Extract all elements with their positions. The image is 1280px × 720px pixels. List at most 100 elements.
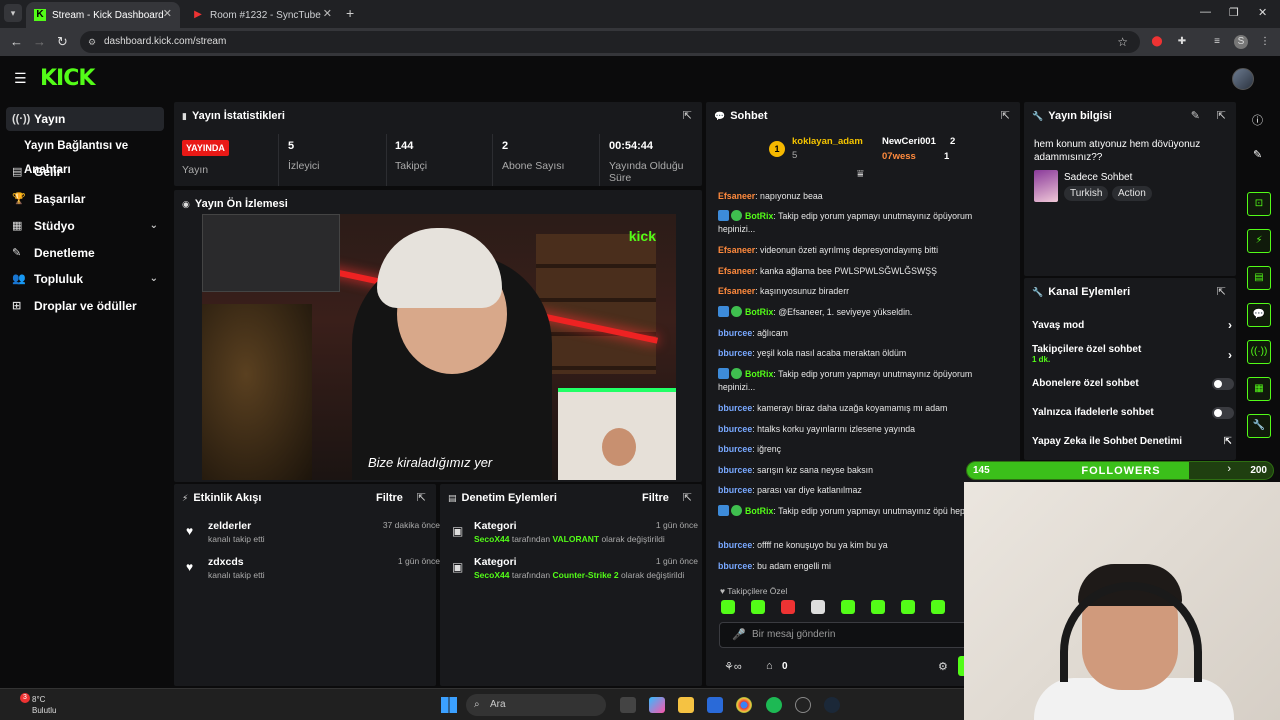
slow-mode-row[interactable]: Yavaş mod ›: [1032, 318, 1232, 332]
taskview-icon[interactable]: [620, 697, 636, 713]
subs-only-toggle[interactable]: [1212, 378, 1234, 390]
start-windows-icon[interactable]: [441, 697, 457, 713]
copilot-icon[interactable]: [649, 697, 665, 713]
new-tab-button[interactable]: +: [346, 5, 354, 21]
info-icon[interactable]: ⓘ: [1252, 112, 1263, 128]
popout-icon[interactable]: ⇱: [683, 491, 692, 504]
popout-icon[interactable]: ⇱: [1217, 285, 1226, 298]
chat-username[interactable]: Efsaneer: [718, 191, 755, 201]
store-icon[interactable]: ⌂: [766, 660, 773, 672]
tag-pill[interactable]: Turkish: [1064, 186, 1109, 201]
browser-menu-icon[interactable]: ⋮: [1258, 35, 1272, 49]
file-explorer-icon[interactable]: [678, 697, 694, 713]
chat-username[interactable]: bburcee: [718, 485, 752, 495]
sidebar-item-topluluk[interactable]: 👥 Topluluk ⌄: [6, 267, 164, 291]
top-gifter-name[interactable]: 07wess: [882, 151, 916, 162]
popout-icon[interactable]: ⇱: [1217, 109, 1226, 122]
edit-icon[interactable]: ✎: [1191, 109, 1200, 122]
filter-button[interactable]: Filtre: [642, 492, 669, 504]
emote-icon[interactable]: [751, 600, 765, 614]
close-tab-icon[interactable]: ✕: [323, 7, 332, 20]
minimize-icon[interactable]: —: [1200, 6, 1211, 18]
popout-icon[interactable]: ⇱: [1001, 109, 1010, 122]
followers-only-row[interactable]: Takipçilere özel sohbet 1 dk. ›: [1032, 344, 1232, 364]
rail-list-icon[interactable]: ▤: [1247, 266, 1271, 290]
collapse-icon[interactable]: ⩸: [857, 168, 864, 181]
bookmark-star-icon[interactable]: ☆: [1117, 31, 1128, 53]
ai-moderation-row[interactable]: Yapay Zeka ile Sohbet Denetimi ⇱: [1032, 436, 1232, 447]
sidebar-item-droplar[interactable]: ⊞ Droplar ve ödüller: [6, 294, 164, 318]
chat-username[interactable]: bburcee: [718, 540, 752, 550]
emote-icon[interactable]: [931, 600, 945, 614]
category-name[interactable]: Sadece Sohbet: [1064, 172, 1132, 183]
tab-kick-dashboard[interactable]: K Stream - Kick Dashboard ✕: [26, 2, 180, 28]
pencil-icon[interactable]: ✎: [1253, 148, 1262, 161]
rail-bolt-icon[interactable]: ⚡: [1247, 229, 1271, 253]
popout-icon[interactable]: ⇱: [417, 491, 426, 504]
emote-icon[interactable]: [781, 600, 795, 614]
stream-video-preview[interactable]: kick Bize kiraladığımız yer: [202, 214, 676, 480]
chat-username[interactable]: BotRix: [745, 506, 773, 516]
chat-username[interactable]: bburcee: [718, 403, 752, 413]
emote-icon[interactable]: [841, 600, 855, 614]
weather-widget[interactable]: 8°C Bulutlu: [32, 694, 56, 716]
rail-frame-icon[interactable]: ⊡: [1247, 192, 1271, 216]
profile-avatar-icon[interactable]: S: [1234, 35, 1248, 49]
kick-logo[interactable]: KICK: [40, 66, 95, 91]
rail-layout-icon[interactable]: ▦: [1247, 377, 1271, 401]
forward-icon[interactable]: →: [33, 34, 46, 49]
mod-user[interactable]: SecoX44: [474, 570, 509, 580]
chat-username[interactable]: Efsaneer: [718, 245, 755, 255]
chat-username[interactable]: bburcee: [718, 348, 752, 358]
extension-red-icon[interactable]: ⬤: [1150, 35, 1164, 49]
gifts-infinity-icon[interactable]: ⚘∞: [724, 660, 742, 673]
sidebar-item-gelir[interactable]: ▤ Gelir: [6, 160, 164, 184]
popout-icon[interactable]: ⇱: [683, 109, 692, 122]
chat-username[interactable]: bburcee: [718, 444, 752, 454]
chat-username[interactable]: BotRix: [745, 369, 773, 379]
category-thumbnail[interactable]: [1034, 170, 1058, 202]
maximize-icon[interactable]: ❐: [1229, 6, 1239, 19]
top-gifter-name[interactable]: NewCeri001: [882, 136, 936, 147]
extensions-puzzle-icon[interactable]: ✚: [1175, 35, 1189, 49]
rail-chat-icon[interactable]: 💬: [1247, 303, 1271, 327]
emote-icon[interactable]: [721, 600, 735, 614]
tab-synctube[interactable]: ▶ Room #1232 - SyncTube ✕: [184, 2, 340, 28]
chat-username[interactable]: bburcee: [718, 465, 752, 475]
obs-icon[interactable]: [795, 697, 811, 713]
spotify-icon[interactable]: [766, 697, 782, 713]
site-info-icon[interactable]: ⚙: [88, 31, 96, 53]
top-gifter-name[interactable]: koklayan_adam: [792, 136, 863, 147]
reload-icon[interactable]: ↻: [57, 34, 68, 50]
follower-name[interactable]: zelderler: [208, 520, 251, 532]
chat-username[interactable]: Efsaneer: [718, 286, 755, 296]
filter-button[interactable]: Filtre: [376, 492, 403, 504]
mic-icon[interactable]: 🎤: [732, 623, 746, 647]
sidebar-item-yayin[interactable]: ((·)) Yayın: [6, 107, 164, 131]
tag-pill[interactable]: Action: [1112, 186, 1152, 201]
chat-username[interactable]: bburcee: [718, 561, 752, 571]
emote-icon[interactable]: [901, 600, 915, 614]
steam-icon[interactable]: [824, 697, 840, 713]
follower-name[interactable]: zdxcds: [208, 556, 244, 568]
sidebar-item-basarilar[interactable]: 🏆 Başarılar: [6, 187, 164, 211]
chat-username[interactable]: bburcee: [718, 328, 752, 338]
chat-settings-icon[interactable]: ⚙: [938, 660, 948, 673]
chat-username[interactable]: bburcee: [718, 424, 752, 434]
chat-username[interactable]: BotRix: [745, 211, 773, 221]
emotes-only-toggle[interactable]: [1212, 407, 1234, 419]
chat-username[interactable]: BotRix: [745, 307, 773, 317]
sidebar-item-studyo[interactable]: ▦ Stüdyo ⌄: [6, 214, 164, 238]
sidebar-item-denetleme[interactable]: ✎ Denetleme: [6, 241, 164, 265]
rail-broadcast-icon[interactable]: ((·)): [1247, 340, 1271, 364]
chat-username[interactable]: Efsaneer: [718, 266, 755, 276]
chrome-icon[interactable]: [736, 697, 752, 713]
emote-icon[interactable]: [811, 600, 825, 614]
close-tab-icon[interactable]: ✕: [163, 7, 172, 20]
mod-user[interactable]: SecoX44: [474, 534, 509, 544]
hamburger-menu-icon[interactable]: ☰: [14, 70, 27, 87]
url-field[interactable]: ⚙ dashboard.kick.com/stream ☆: [80, 31, 1140, 53]
store-icon[interactable]: [707, 697, 723, 713]
rail-wrench-icon[interactable]: 🔧: [1247, 414, 1271, 438]
close-window-icon[interactable]: ✕: [1258, 6, 1267, 19]
